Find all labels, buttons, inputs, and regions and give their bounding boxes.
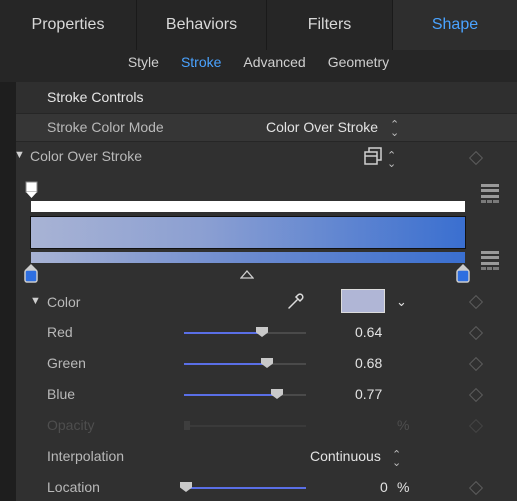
stroke-color-mode-popup[interactable]: Color Over Stroke xyxy=(266,119,378,135)
green-label: Green xyxy=(47,355,86,371)
opacity-slider-knob xyxy=(184,421,190,430)
midpoint-marker-icon[interactable] xyxy=(239,266,255,284)
stroke-color-mode-row: Stroke Color Mode Color Over Stroke ⌃ ⌄ xyxy=(16,114,517,142)
blue-slider-knob[interactable] xyxy=(271,389,283,399)
subtab-geometry[interactable]: Geometry xyxy=(317,50,400,74)
color-stop-left-marker[interactable] xyxy=(24,264,38,288)
opacity-slider-track xyxy=(184,425,306,427)
tab-properties[interactable]: Properties xyxy=(0,0,137,50)
red-label: Red xyxy=(47,324,73,340)
stroke-controls-header: Stroke Controls xyxy=(16,82,517,114)
eyedropper-icon[interactable] xyxy=(287,292,305,315)
keyframe-diamond-icon xyxy=(468,418,484,434)
red-row: Red 0.64 xyxy=(16,318,517,348)
gradient-preset-icon[interactable] xyxy=(364,147,382,170)
opacity-unit: % xyxy=(397,417,410,433)
green-slider-knob[interactable] xyxy=(261,358,273,368)
color-over-stroke-row: ▼ Color Over Stroke ⌃ ⌄ xyxy=(14,142,517,172)
disclosure-triangle-icon[interactable]: ▼ xyxy=(30,295,41,307)
color-over-stroke-label: Color Over Stroke xyxy=(30,148,143,164)
tab-filters[interactable]: Filters xyxy=(267,0,393,50)
color-label: Color xyxy=(47,294,81,310)
subtab-bar-spacer xyxy=(0,74,517,82)
tab-behaviors[interactable]: Behaviors xyxy=(137,0,267,50)
opacity-gradient-bar[interactable] xyxy=(31,201,465,212)
color-gradient-bar[interactable] xyxy=(31,252,465,263)
keyframe-diamond-icon[interactable] xyxy=(468,480,484,496)
chevron-down-icon[interactable]: ⌄ xyxy=(396,294,407,310)
preset-stepper-icon[interactable]: ⌃ ⌄ xyxy=(387,151,396,170)
interpolation-row: Interpolation Continuous ⌃ ⌄ xyxy=(16,442,517,472)
popup-stepper-icon[interactable]: ⌃ ⌄ xyxy=(390,120,399,139)
red-slider-knob[interactable] xyxy=(256,327,268,337)
stroke-controls-title: Stroke Controls xyxy=(47,89,144,105)
subtab-advanced[interactable]: Advanced xyxy=(232,50,316,74)
color-swatch[interactable] xyxy=(341,289,385,313)
keyframe-diamond-icon[interactable] xyxy=(468,294,484,310)
blue-slider-fill xyxy=(184,394,278,396)
opacity-bar-menu-icon[interactable] xyxy=(481,184,499,219)
blue-row: Blue 0.77 xyxy=(16,380,517,410)
location-value[interactable]: 0 xyxy=(380,479,388,495)
color-row: ▼ Color ⌄ xyxy=(16,286,517,318)
keyframe-diamond-icon[interactable] xyxy=(468,150,484,166)
color-bar-menu-icon[interactable] xyxy=(481,251,499,286)
red-slider-fill xyxy=(184,332,262,334)
keyframe-diamond-icon[interactable] xyxy=(468,387,484,403)
shape-subtabs: Style Stroke Advanced Geometry xyxy=(0,50,517,74)
keyframe-diamond-icon[interactable] xyxy=(468,356,484,372)
location-slider-track[interactable] xyxy=(184,487,306,489)
gradient-preview xyxy=(30,216,466,249)
keyframe-diamond-icon[interactable] xyxy=(468,325,484,341)
green-slider-fill xyxy=(184,363,267,365)
popup-stepper-icon[interactable]: ⌃ ⌄ xyxy=(392,450,401,469)
interpolation-popup[interactable]: Continuous xyxy=(310,448,381,464)
opacity-label: Opacity xyxy=(47,417,95,433)
stroke-color-mode-label: Stroke Color Mode xyxy=(47,119,164,135)
blue-label: Blue xyxy=(47,386,76,402)
inspector-tabs: Properties Behaviors Filters Shape xyxy=(0,0,517,50)
red-value[interactable]: 0.64 xyxy=(355,324,382,340)
green-row: Green 0.68 xyxy=(16,349,517,379)
interpolation-label: Interpolation xyxy=(47,448,125,464)
green-value[interactable]: 0.68 xyxy=(355,355,382,371)
location-row: Location 0 % xyxy=(16,473,517,501)
tab-shape[interactable]: Shape xyxy=(393,0,517,50)
blue-value[interactable]: 0.77 xyxy=(355,386,382,402)
opacity-row: Opacity % xyxy=(16,411,517,441)
subtab-style[interactable]: Style xyxy=(117,50,170,74)
color-stop-right-marker[interactable] xyxy=(456,264,470,288)
location-label: Location xyxy=(47,479,100,495)
location-unit: % xyxy=(397,479,410,495)
location-slider-knob[interactable] xyxy=(180,482,192,492)
subtab-stroke[interactable]: Stroke xyxy=(170,50,232,74)
disclosure-triangle-icon[interactable]: ▼ xyxy=(14,149,25,161)
